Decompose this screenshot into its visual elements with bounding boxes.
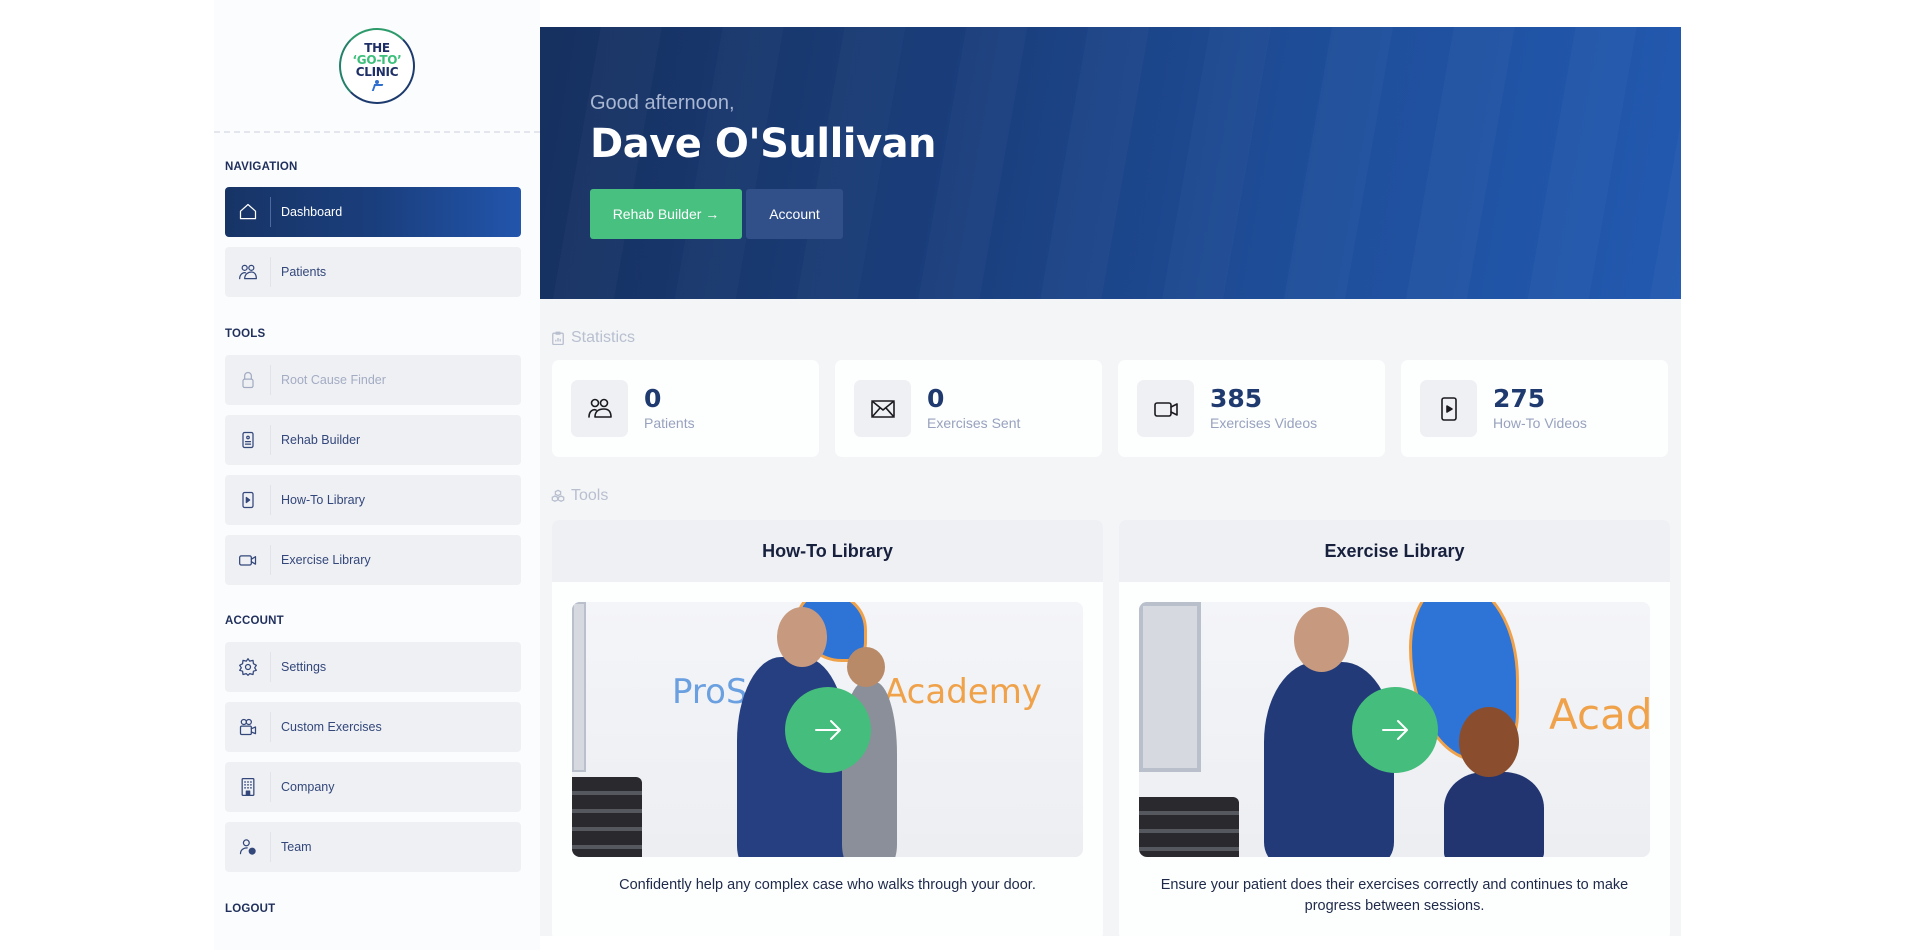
- stat-value: 385: [1210, 384, 1263, 414]
- video-camera-icon: [225, 545, 271, 575]
- open-how-to-library-button[interactable]: [784, 686, 871, 773]
- users-icon: [225, 257, 271, 287]
- nav-group-tools: Root Cause Finder Rehab Builder How-To L…: [225, 355, 521, 595]
- logo-text-line3: CLINIC: [355, 64, 399, 79]
- stat-label: Exercises Videos: [1210, 414, 1318, 431]
- sidebar-item-patients[interactable]: Patients: [225, 247, 521, 297]
- play-file-icon: [1420, 380, 1477, 437]
- stat-value: 0: [644, 384, 662, 414]
- stat-label: Patients: [644, 414, 695, 431]
- statistics-grid: 0 Patients 0 Exercises Sent 385 Exercise…: [552, 360, 1681, 457]
- thumbnail-dumbbell-rack: [572, 777, 642, 857]
- thumbnail-dumbbell-rack: [1139, 797, 1239, 857]
- how-to-library-thumbnail[interactable]: ProSp Academy: [572, 602, 1083, 857]
- tools-title: Tools: [571, 487, 609, 504]
- clinic-logo[interactable]: THE ‘GO-TO’ CLINIC: [339, 27, 415, 104]
- play-file-icon: [225, 485, 271, 515]
- sidebar-item-settings[interactable]: Settings: [225, 642, 521, 692]
- tool-card-description: Confidently help any complex case who wa…: [619, 877, 1036, 893]
- tool-card-title: How-To Library: [552, 520, 1103, 582]
- thumbnail-person-head: [847, 647, 885, 687]
- clipboard-chart-icon: [552, 331, 564, 345]
- sidebar-item-label: Dashboard: [281, 205, 343, 219]
- runner-icon: [370, 79, 384, 90]
- logo-text-line1: THE: [364, 40, 390, 55]
- sidebar-item-rehab-builder[interactable]: Rehab Builder: [225, 415, 521, 465]
- arrow-right-icon: [1381, 719, 1408, 740]
- sidebar-item-how-to-library[interactable]: How-To Library: [225, 475, 521, 525]
- greeting-text: Good afternoon,: [590, 92, 735, 114]
- sidebar-item-label: Custom Exercises: [281, 720, 382, 734]
- lock-icon: [225, 365, 271, 395]
- tool-card-title: Exercise Library: [1119, 520, 1670, 582]
- stat-label: Exercises Sent: [927, 414, 1021, 431]
- tools-heading: Tools: [551, 487, 1681, 505]
- user-add-icon: [225, 832, 271, 862]
- rehab-builder-button[interactable]: Rehab Builder →: [590, 189, 742, 239]
- nav-section-title-account: ACCOUNT: [225, 615, 284, 627]
- stat-value: 0: [927, 384, 945, 414]
- stat-value: 275: [1493, 384, 1546, 414]
- tool-card-how-to-library[interactable]: How-To Library ProSp Academy Confidently…: [552, 520, 1103, 936]
- user-name: Dave O'Sullivan: [590, 121, 937, 167]
- hero-actions: Rehab Builder → Account: [590, 189, 1681, 239]
- sidebar: THE ‘GO-TO’ CLINIC NAVIGATION Dashboard …: [214, 0, 540, 950]
- sidebar-item-label: How-To Library: [281, 493, 366, 507]
- sidebar-item-label: Settings: [281, 660, 327, 674]
- clipboard-user-icon: [225, 425, 271, 455]
- logo-text-line2: ‘GO-TO’: [352, 52, 402, 67]
- thumbnail-person-head: [1459, 707, 1519, 777]
- stat-card-how-to-videos: 275 How-To Videos: [1401, 360, 1668, 457]
- envelope-icon: [854, 380, 911, 437]
- thumbnail-person: [1444, 772, 1544, 857]
- video-camera-icon: [1137, 380, 1194, 437]
- thumbnail-brand-text: Academy: [884, 672, 1042, 712]
- sidebar-item-label: Patients: [281, 265, 327, 279]
- stat-label: How-To Videos: [1493, 414, 1587, 431]
- sidebar-item-team[interactable]: Team: [225, 822, 521, 872]
- thumbnail-brand-text: Acad: [1549, 690, 1650, 739]
- statistics-title: Statistics: [571, 329, 636, 346]
- arrow-right-icon: [814, 719, 841, 740]
- statistics-heading: Statistics: [551, 329, 1681, 347]
- movie-camera-icon: [225, 712, 271, 742]
- nav-section-title-tools: TOOLS: [225, 328, 266, 340]
- stat-card-exercise-videos: 385 Exercises Videos: [1118, 360, 1385, 457]
- thumbnail-wall-frame: [1139, 602, 1201, 772]
- thumbnail-person-head: [1294, 607, 1349, 672]
- logout-link[interactable]: LOGOUT: [225, 903, 275, 915]
- sidebar-item-label: Company: [281, 780, 335, 794]
- sidebar-item-label: Team: [281, 840, 312, 854]
- tool-card-exercise-library[interactable]: Exercise Library rt Acad Ensure your pat…: [1119, 520, 1670, 936]
- thumbnail-person-head: [777, 607, 827, 667]
- sidebar-item-custom-exercises[interactable]: Custom Exercises: [225, 702, 521, 752]
- gear-icon: [225, 652, 271, 682]
- cubes-icon: [551, 489, 565, 502]
- tool-card-description: Ensure your patient does their exercises…: [1160, 877, 1629, 915]
- nav-section-title-navigation: NAVIGATION: [225, 161, 298, 173]
- account-button[interactable]: Account: [746, 189, 843, 239]
- nav-group-navigation: Dashboard Patients: [225, 187, 521, 307]
- sidebar-item-company[interactable]: Company: [225, 762, 521, 812]
- logo-area: THE ‘GO-TO’ CLINIC: [214, 0, 540, 133]
- sidebar-item-label: Exercise Library: [281, 553, 371, 567]
- tools-grid: How-To Library ProSp Academy Confidently…: [552, 520, 1681, 936]
- sidebar-item-root-cause-finder[interactable]: Root Cause Finder: [225, 355, 521, 405]
- welcome-banner: Good afternoon, Dave O'Sullivan Rehab Bu…: [540, 27, 1681, 299]
- sidebar-item-label: Rehab Builder: [281, 433, 361, 447]
- open-exercise-library-button[interactable]: [1351, 686, 1438, 773]
- home-icon: [225, 197, 271, 227]
- sidebar-item-dashboard[interactable]: Dashboard: [225, 187, 521, 237]
- stat-card-exercises-sent: 0 Exercises Sent: [835, 360, 1102, 457]
- thumbnail-wall-frame: [572, 602, 586, 772]
- stat-card-patients: 0 Patients: [552, 360, 819, 457]
- exercise-library-thumbnail[interactable]: rt Acad: [1139, 602, 1650, 857]
- sidebar-item-label: Root Cause Finder: [281, 373, 386, 387]
- main-content: Good afternoon, Dave O'Sullivan Rehab Bu…: [540, 27, 1681, 936]
- building-icon: [225, 772, 271, 802]
- users-icon: [571, 380, 628, 437]
- sidebar-item-exercise-library[interactable]: Exercise Library: [225, 535, 521, 585]
- nav-group-account: Settings Custom Exercises Company Team: [225, 642, 521, 882]
